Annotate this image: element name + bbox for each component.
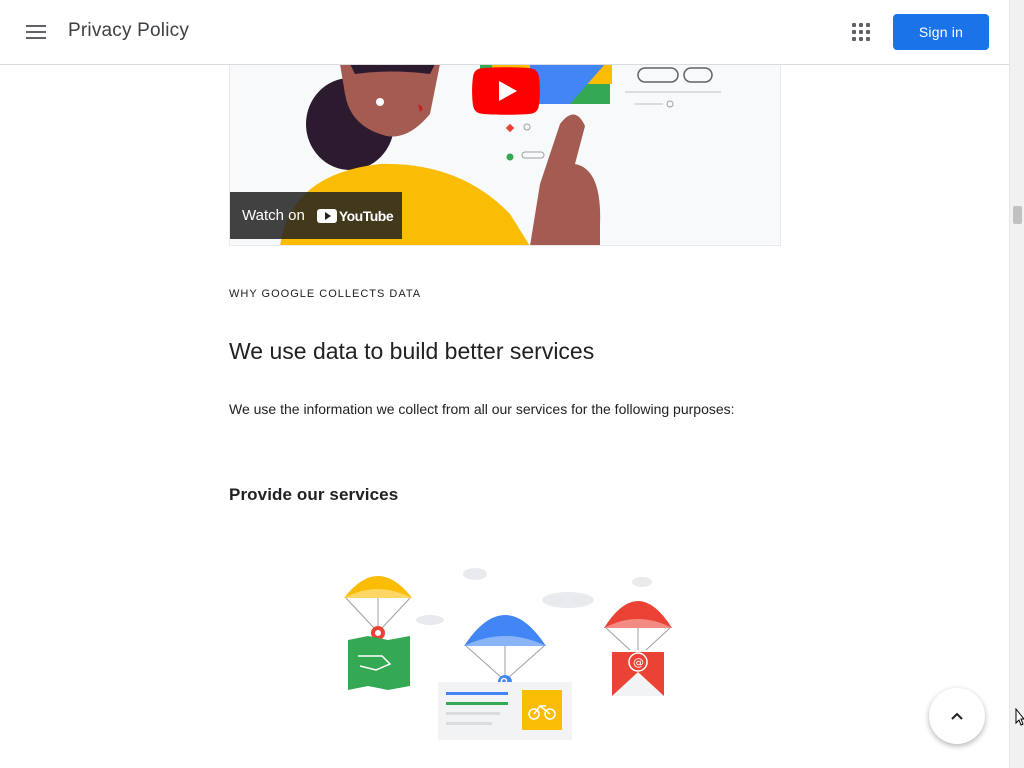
mouse-cursor-icon bbox=[1015, 708, 1024, 726]
sign-in-button[interactable]: Sign in bbox=[893, 14, 989, 50]
watch-on-label: Watch on bbox=[242, 207, 305, 224]
svg-text:@: @ bbox=[633, 656, 644, 669]
parachute-services-illustration: @ bbox=[330, 560, 690, 750]
section-eyebrow: WHY GOOGLE COLLECTS DATA bbox=[229, 288, 422, 300]
youtube-logo: YouTube bbox=[316, 207, 394, 224]
watch-on-youtube-button[interactable]: Watch on YouTube bbox=[230, 192, 402, 239]
page-title: Privacy Policy bbox=[68, 20, 190, 41]
back-to-top-button[interactable] bbox=[929, 688, 985, 744]
youtube-play-icon[interactable] bbox=[472, 67, 540, 115]
scrollbar-thumb[interactable] bbox=[1013, 206, 1022, 224]
youtube-logo-icon bbox=[316, 208, 337, 223]
chevron-up-icon bbox=[951, 712, 963, 720]
section-heading: We use data to build better services bbox=[229, 338, 595, 364]
section-intro-text: We use the information we collect from a… bbox=[229, 401, 735, 417]
youtube-wordmark: YouTube bbox=[338, 207, 394, 224]
subsection-heading: Provide our services bbox=[229, 485, 399, 504]
top-app-bar: Privacy Policy Sign in bbox=[0, 0, 1009, 65]
apps-grid-icon[interactable] bbox=[846, 17, 876, 47]
page-scrollbar[interactable] bbox=[1009, 0, 1024, 768]
hamburger-menu-icon[interactable] bbox=[20, 16, 52, 48]
embedded-video[interactable]: Watch on YouTube bbox=[229, 64, 781, 246]
